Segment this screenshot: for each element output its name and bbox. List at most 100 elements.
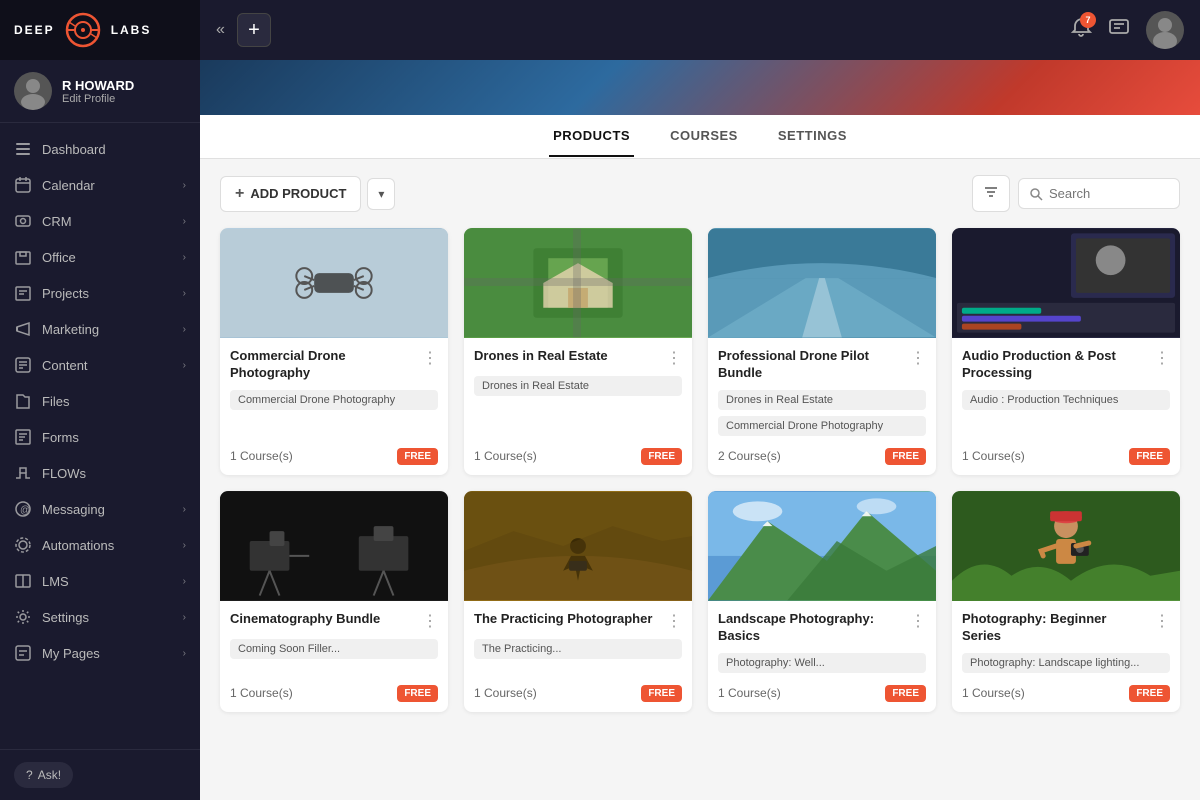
avatar-image [1146, 11, 1184, 49]
card-tags: Audio : Production Techniques [962, 390, 1170, 440]
free-badge: FREE [1129, 685, 1170, 702]
card-title: Drones in Real Estate [474, 348, 660, 365]
plus-icon: + [235, 185, 244, 203]
chevron-right-icon: › [183, 504, 186, 515]
product-card-audio-production: Audio Production & Post Processing ⋮ Aud… [952, 228, 1180, 475]
add-product-dropdown-button[interactable]: ▾ [367, 178, 395, 210]
content-area: PRODUCTS COURSES SETTINGS + ADD PRODUCT … [200, 60, 1200, 800]
sidebar-item-messaging[interactable]: @ Messaging › [0, 491, 200, 527]
sidebar-item-automations[interactable]: Automations › [0, 527, 200, 563]
sidebar-item-files[interactable]: Files [0, 383, 200, 419]
tag-pill: Drones in Real Estate [474, 376, 682, 396]
user-name: R HOWARD [62, 78, 186, 93]
sidebar-item-content[interactable]: Content › [0, 347, 200, 383]
sidebar-item-settings[interactable]: Settings › [0, 599, 200, 635]
ask-button[interactable]: ? Ask! [14, 762, 73, 788]
card-menu-button[interactable]: ⋮ [422, 611, 438, 631]
add-product-button[interactable]: + ADD PRODUCT [220, 176, 361, 212]
tab-settings[interactable]: SETTINGS [774, 116, 851, 157]
card-body: Drones in Real Estate ⋮ Drones in Real E… [464, 338, 692, 475]
chevron-right-icon: › [183, 180, 186, 191]
sidebar-item-office[interactable]: Office › [0, 239, 200, 275]
card-image-landscape-photography [708, 491, 936, 601]
sidebar-item-flows[interactable]: FLOWs [0, 455, 200, 491]
product-card-cinematography: Cinematography Bundle ⋮ Coming Soon Fill… [220, 491, 448, 712]
search-icon [1029, 187, 1043, 201]
automations-icon [14, 536, 32, 554]
card-footer: 1 Course(s) FREE [718, 677, 926, 702]
professional-drone-illustration [708, 228, 936, 338]
logo-text-labs: LABS [111, 23, 152, 37]
tab-courses[interactable]: COURSES [666, 116, 742, 157]
topbar-right: 7 [1070, 11, 1184, 49]
card-tags: Photography: Landscape lighting... [962, 653, 1170, 677]
products-toolbar: + ADD PRODUCT ▾ [220, 175, 1180, 212]
real-estate-illustration [464, 228, 692, 338]
forms-icon [14, 428, 32, 446]
nav-label-forms: Forms [42, 430, 79, 445]
card-image-commercial-drone [220, 228, 448, 338]
card-menu-button[interactable]: ⋮ [910, 611, 926, 631]
tag-pill: Commercial Drone Photography [718, 416, 926, 436]
card-menu-button[interactable]: ⋮ [1154, 611, 1170, 631]
card-tags: Drones in Real Estate Commercial Drone P… [718, 390, 926, 440]
course-count: 1 Course(s) [962, 686, 1025, 700]
card-menu-button[interactable]: ⋮ [422, 348, 438, 368]
hero-banner [200, 60, 1200, 115]
chevron-right-icon: › [183, 216, 186, 227]
user-info: R HOWARD Edit Profile [62, 78, 186, 105]
card-image-cinematography [220, 491, 448, 601]
sidebar-footer: ? Ask! [0, 749, 200, 800]
add-button[interactable]: + [237, 13, 271, 47]
logo-text-deep: DEEP [14, 23, 55, 37]
message-icon [1108, 16, 1130, 38]
sidebar-item-crm[interactable]: CRM › [0, 203, 200, 239]
sidebar-item-dashboard[interactable]: Dashboard [0, 131, 200, 167]
nav-label-office: Office [42, 250, 76, 265]
photography-beginner-illustration [952, 491, 1180, 601]
messaging-icon: @ [14, 500, 32, 518]
card-footer: 1 Course(s) FREE [474, 440, 682, 465]
profile-avatar[interactable] [1146, 11, 1184, 49]
settings-nav-icon [14, 608, 32, 626]
nav-label-projects: Projects [42, 286, 89, 301]
free-badge: FREE [641, 685, 682, 702]
ask-label: Ask! [38, 768, 61, 782]
notifications-button[interactable]: 7 [1070, 16, 1092, 44]
products-area: + ADD PRODUCT ▾ [200, 159, 1200, 800]
filter-button[interactable] [972, 175, 1010, 212]
search-input[interactable] [1049, 186, 1169, 201]
nav-label-my-pages: My Pages [42, 646, 100, 661]
card-body: Audio Production & Post Processing ⋮ Aud… [952, 338, 1180, 475]
sidebar-item-marketing[interactable]: Marketing › [0, 311, 200, 347]
free-badge: FREE [397, 448, 438, 465]
sidebar-item-forms[interactable]: Forms [0, 419, 200, 455]
card-footer: 1 Course(s) FREE [230, 440, 438, 465]
cinematography-illustration [220, 491, 448, 601]
chevron-right-icon: › [183, 576, 186, 587]
sidebar-item-my-pages[interactable]: My Pages › [0, 635, 200, 671]
nav-label-calendar: Calendar [42, 178, 95, 193]
office-icon [14, 248, 32, 266]
my-pages-icon [14, 644, 32, 662]
add-product-label: ADD PRODUCT [250, 186, 346, 201]
flows-icon [14, 464, 32, 482]
tab-products[interactable]: PRODUCTS [549, 116, 634, 157]
card-menu-button[interactable]: ⋮ [1154, 348, 1170, 368]
nav-label-content: Content [42, 358, 88, 373]
edit-profile-link[interactable]: Edit Profile [62, 93, 186, 105]
filter-icon [983, 184, 999, 200]
sidebar-item-calendar[interactable]: Calendar › [0, 167, 200, 203]
chevron-right-icon: › [183, 252, 186, 263]
messages-button[interactable] [1108, 16, 1130, 44]
sidebar-item-projects[interactable]: Projects › [0, 275, 200, 311]
search-box [1018, 178, 1180, 209]
sidebar-item-lms[interactable]: LMS › [0, 563, 200, 599]
course-count: 1 Course(s) [230, 686, 293, 700]
card-menu-button[interactable]: ⋮ [910, 348, 926, 368]
drone-illustration [220, 228, 448, 338]
collapse-sidebar-button[interactable]: « [216, 21, 225, 39]
card-menu-button[interactable]: ⋮ [666, 611, 682, 631]
logo-icon [65, 12, 101, 48]
card-menu-button[interactable]: ⋮ [666, 348, 682, 368]
